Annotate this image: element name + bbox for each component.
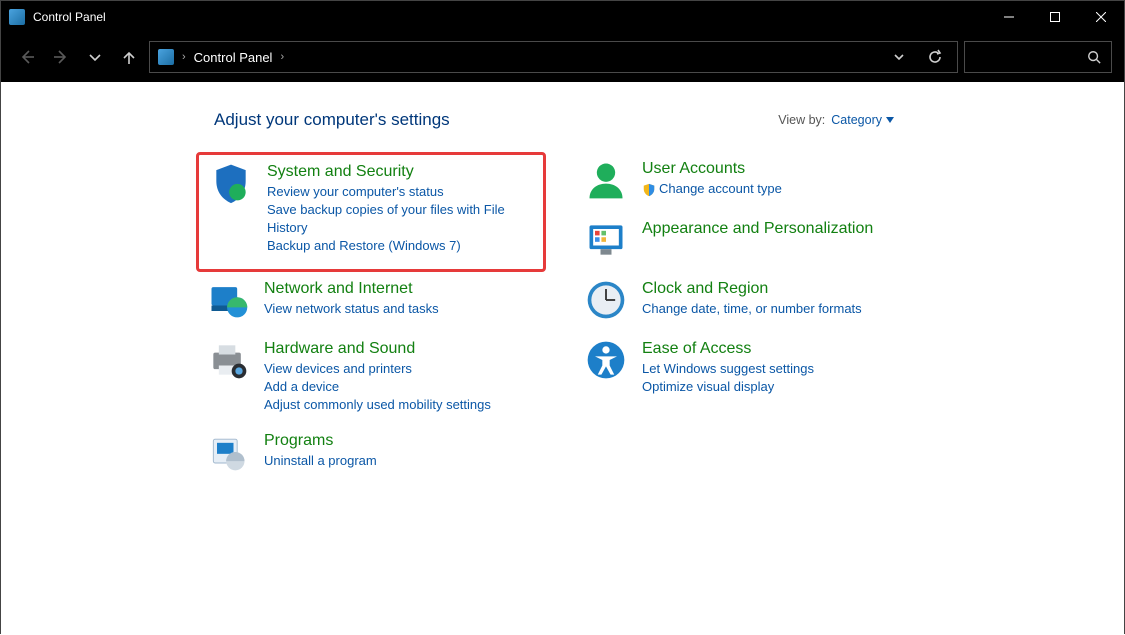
arrow-left-icon [19, 49, 35, 65]
arrow-up-icon [121, 49, 137, 65]
category-title[interactable]: Network and Internet [264, 280, 439, 298]
arrow-right-icon [53, 49, 69, 65]
view-by-value: Category [831, 113, 882, 127]
category-title[interactable]: Hardware and Sound [264, 340, 491, 358]
search-input[interactable] [964, 41, 1112, 73]
programs-icon [206, 430, 250, 474]
clock-icon [584, 278, 628, 322]
category-title[interactable]: Programs [264, 432, 377, 450]
category-appearance-and-personalization: Appearance and Personalization [574, 212, 924, 272]
printer-icon [206, 338, 250, 382]
category-link[interactable]: Review your computer's status [267, 183, 535, 201]
category-title[interactable]: Clock and Region [642, 280, 862, 298]
maximize-icon [1050, 12, 1060, 22]
search-icon [1087, 50, 1101, 64]
category-link[interactable]: Adjust commonly used mobility settings [264, 396, 491, 414]
appearance-icon [584, 218, 628, 262]
breadcrumb-root[interactable]: Control Panel [194, 50, 273, 65]
window-title: Control Panel [33, 10, 106, 24]
category-link[interactable]: Let Windows suggest settings [642, 360, 814, 378]
category-user-accounts: User Accounts Change account type [574, 152, 924, 212]
category-title[interactable]: User Accounts [642, 160, 782, 178]
address-dropdown[interactable] [885, 43, 913, 71]
minimize-button[interactable] [986, 1, 1032, 32]
refresh-button[interactable] [921, 43, 949, 71]
close-button[interactable] [1078, 1, 1124, 32]
close-icon [1096, 12, 1106, 22]
category-link[interactable]: Uninstall a program [264, 452, 377, 470]
category-title[interactable]: Ease of Access [642, 340, 814, 358]
app-icon [9, 9, 25, 25]
chevron-down-icon [891, 49, 907, 65]
user-icon [584, 158, 628, 202]
accessibility-icon [584, 338, 628, 382]
view-by-label: View by: [778, 113, 825, 127]
minimize-icon [1004, 12, 1014, 22]
forward-button[interactable] [47, 43, 75, 71]
category-column-right: User Accounts Change account type Appearan… [574, 152, 924, 484]
chevron-right-icon: › [182, 51, 186, 63]
category-link[interactable]: Backup and Restore (Windows 7) [267, 237, 535, 255]
control-panel-icon [158, 49, 174, 65]
navbar: › Control Panel › [1, 32, 1124, 82]
category-link[interactable]: Change account type [642, 180, 782, 198]
category-programs: Programs Uninstall a program [196, 424, 546, 484]
chevron-down-icon [87, 49, 103, 65]
category-title[interactable]: System and Security [267, 163, 535, 181]
uac-shield-icon [642, 183, 656, 197]
category-title[interactable]: Appearance and Personalization [642, 220, 873, 238]
recent-button[interactable] [81, 43, 109, 71]
globe-icon [206, 278, 250, 322]
titlebar: Control Panel [1, 1, 1124, 32]
refresh-icon [927, 49, 943, 65]
category-hardware-and-sound: Hardware and Sound View devices and print… [196, 332, 546, 424]
category-network-and-internet: Network and Internet View network status … [196, 272, 546, 332]
category-link[interactable]: Save backup copies of your files with Fi… [267, 201, 535, 237]
category-ease-of-access: Ease of Access Let Windows suggest settin… [574, 332, 924, 406]
category-system-and-security: System and Security Review your computer'… [196, 152, 546, 272]
up-button[interactable] [115, 43, 143, 71]
category-clock-and-region: Clock and Region Change date, time, or nu… [574, 272, 924, 332]
view-by[interactable]: View by: Category [778, 113, 894, 127]
back-button[interactable] [13, 43, 41, 71]
category-link[interactable]: Add a device [264, 378, 491, 396]
category-link[interactable]: Change date, time, or number formats [642, 300, 862, 318]
shield-icon [209, 161, 253, 205]
content-area: Adjust your computer's settings View by:… [1, 82, 1124, 635]
address-bar[interactable]: › Control Panel › [149, 41, 958, 73]
chevron-right-icon: › [280, 51, 284, 63]
category-link[interactable]: View network status and tasks [264, 300, 439, 318]
category-link[interactable]: View devices and printers [264, 360, 491, 378]
category-column-left: System and Security Review your computer'… [196, 152, 546, 484]
dropdown-caret-icon [886, 117, 894, 123]
category-link[interactable]: Optimize visual display [642, 378, 814, 396]
page-title: Adjust your computer's settings [214, 110, 778, 130]
maximize-button[interactable] [1032, 1, 1078, 32]
